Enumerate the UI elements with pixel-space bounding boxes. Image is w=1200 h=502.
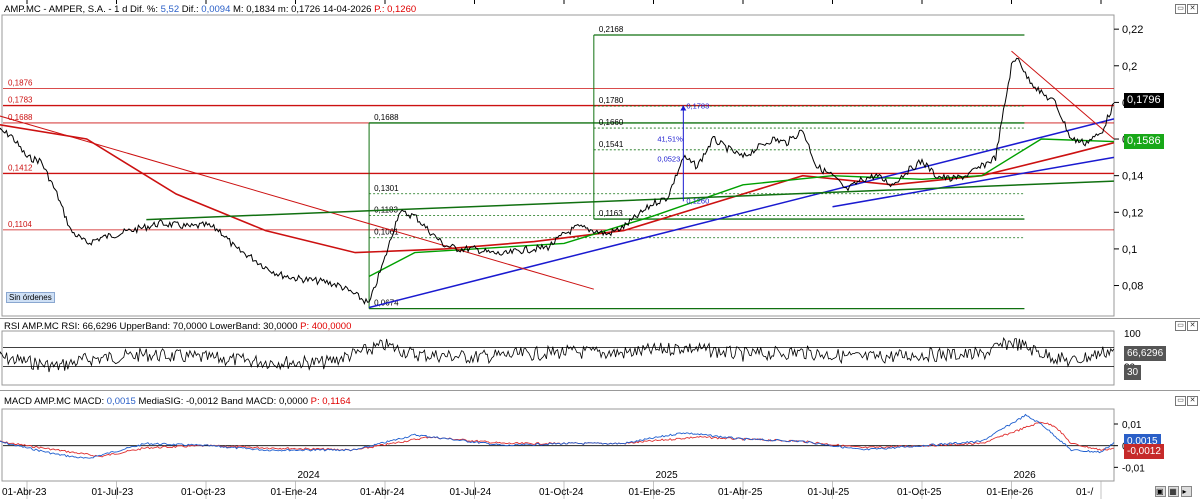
rsi-panel[interactable]: RSI AMP.MC RSI: 66,6296 UpperBand: 70,00… xyxy=(0,318,1200,391)
macd-chart[interactable]: -0,0100,0101-Abr-2301-Jul-2301-Oct-2301-… xyxy=(0,391,1200,502)
last-price-tag: 0,1796 xyxy=(1124,93,1164,108)
trendline xyxy=(1011,50,1115,140)
x-axis-label: 01-Ene-26 xyxy=(987,487,1034,498)
ma-price-tag: 0,1586 xyxy=(1124,134,1164,149)
year-label: 2024 xyxy=(298,470,321,481)
level-label: 0,1876 xyxy=(8,78,33,87)
fib-level-label: 0,1163 xyxy=(599,209,623,218)
trendline xyxy=(146,180,1114,221)
x-axis-label: 01-Oct-23 xyxy=(181,487,226,498)
macd-tick-label: -0,01 xyxy=(1122,463,1145,474)
level-label: 0,1104 xyxy=(8,220,32,229)
rsi-chart[interactable]: 30 100 xyxy=(0,319,1200,391)
rsi-tag: 66,6296 xyxy=(1124,346,1167,361)
y-tick-label: 0,08 xyxy=(1122,281,1143,293)
price-line xyxy=(0,57,1115,305)
y-tick-label: 0,22 xyxy=(1122,24,1143,36)
x-axis-label: 01-Abr-23 xyxy=(2,487,47,498)
y-tick-label: 0,14 xyxy=(1122,171,1143,183)
fib-level-label: 0,1301 xyxy=(374,184,399,193)
macd-signal-line xyxy=(0,421,1114,458)
rsi-tick-label: 100 xyxy=(1124,329,1141,340)
x-axis-label: 01-Abr-24 xyxy=(360,487,405,498)
grid-icon[interactable]: ▦ xyxy=(1168,486,1180,497)
y-tick-label: 0,12 xyxy=(1122,207,1143,219)
x-axis-label: 01-Abr-25 xyxy=(718,487,763,498)
macd-panel[interactable]: MACD AMP.MC MACD: 0,0015 MediaSIG: -0,00… xyxy=(0,390,1200,502)
year-label: 2026 xyxy=(1014,470,1037,481)
no-orders-badge: Sin órdenes xyxy=(6,292,55,303)
fib-level-label: 0,2168 xyxy=(599,25,624,34)
x-axis-label: 01-Jul-23 xyxy=(92,487,134,498)
rsi-level-tag: 30 xyxy=(1124,365,1142,380)
price-chart[interactable]: 0,080,10,120,140,160,180,20,220,18760,17… xyxy=(0,0,1200,318)
trendline xyxy=(832,156,1115,208)
fib-level-label: 0,1688 xyxy=(374,113,399,122)
macd-line xyxy=(0,413,1115,459)
price-panel[interactable]: AMP.MC - AMPER, S.A. - 1 d Dif. %: 5,52 … xyxy=(0,0,1200,318)
y-tick-label: 0,2 xyxy=(1122,61,1137,73)
level-label: 0,1783 xyxy=(8,96,33,105)
measure-diff-label: 0,0523 xyxy=(657,154,680,163)
measure-from-label: 0,1260 xyxy=(686,196,709,205)
x-axis-label: 01-/ xyxy=(1076,487,1093,498)
trendline xyxy=(368,118,1115,309)
level-label: 0,1412 xyxy=(8,163,33,172)
level-label: 0,1688 xyxy=(8,113,33,122)
measure-pct-label: 41,51% xyxy=(657,134,683,143)
fib-level-label: 0,1780 xyxy=(599,96,624,105)
x-axis-label: 01-Ene-25 xyxy=(629,487,676,498)
x-axis-label: 01-Ene-24 xyxy=(271,487,318,498)
macd-signal-tag: -0,0012 xyxy=(1124,444,1164,459)
x-axis-label: 01-Jul-25 xyxy=(808,487,850,498)
fib-level-label: 0,1541 xyxy=(599,140,624,149)
x-axis-label: 01-Oct-24 xyxy=(539,487,584,498)
rsi-line xyxy=(0,337,1115,373)
footer-icons: ▣ ▦ ▸ xyxy=(1155,486,1193,497)
macd-tick-label: 0,01 xyxy=(1122,420,1142,431)
scroll-right-icon[interactable]: ▸ xyxy=(1181,486,1193,497)
y-tick-label: 0,1 xyxy=(1122,244,1137,256)
fib-level-label: 0,1660 xyxy=(599,118,624,127)
year-label: 2025 xyxy=(656,470,679,481)
x-axis-label: 01-Oct-25 xyxy=(897,487,942,498)
measure-to-label: 0,1783 xyxy=(686,102,709,111)
x-axis-label: 01-Jul-24 xyxy=(450,487,492,498)
lock-icon[interactable]: ▣ xyxy=(1155,486,1166,497)
